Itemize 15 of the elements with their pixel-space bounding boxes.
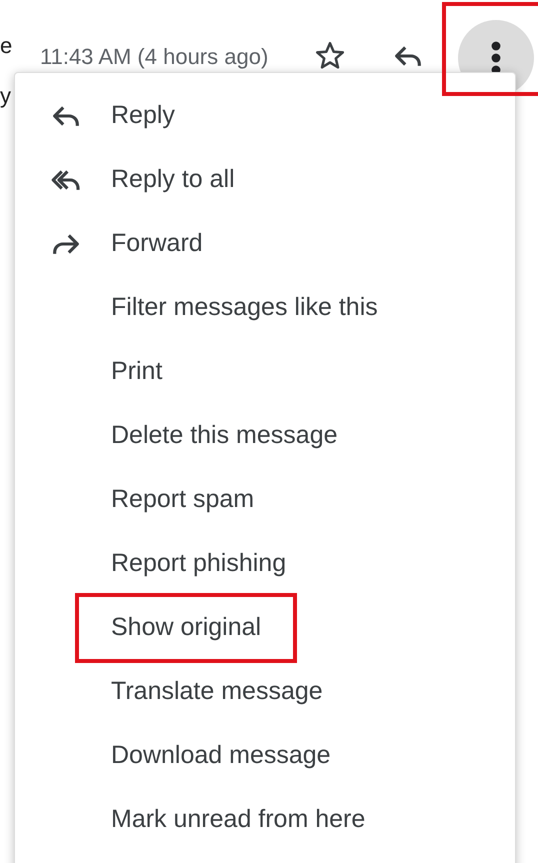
menu-item[interactable]: Download message xyxy=(111,737,331,775)
menu-item[interactable]: Translate message xyxy=(111,673,323,711)
menu-item[interactable]: Mark unread from here xyxy=(111,801,366,839)
menu-item[interactable]: Delete this message xyxy=(111,417,338,455)
text-fragment: e xyxy=(0,35,12,57)
menu-item[interactable]: Reply xyxy=(111,97,175,135)
vertical-dots-icon xyxy=(491,41,501,75)
menu-item[interactable]: Print xyxy=(111,353,162,391)
menu-item[interactable]: Filter messages like this xyxy=(111,289,378,327)
menu-item[interactable]: Report phishing xyxy=(111,545,286,583)
menu-item[interactable]: Report spam xyxy=(111,481,254,519)
menu-item[interactable]: Reply to all xyxy=(111,161,235,199)
menu-item[interactable]: Forward xyxy=(111,225,203,263)
timestamp: 11:43 AM (4 hours ago) xyxy=(40,43,268,71)
text-fragment: y xyxy=(0,85,11,107)
